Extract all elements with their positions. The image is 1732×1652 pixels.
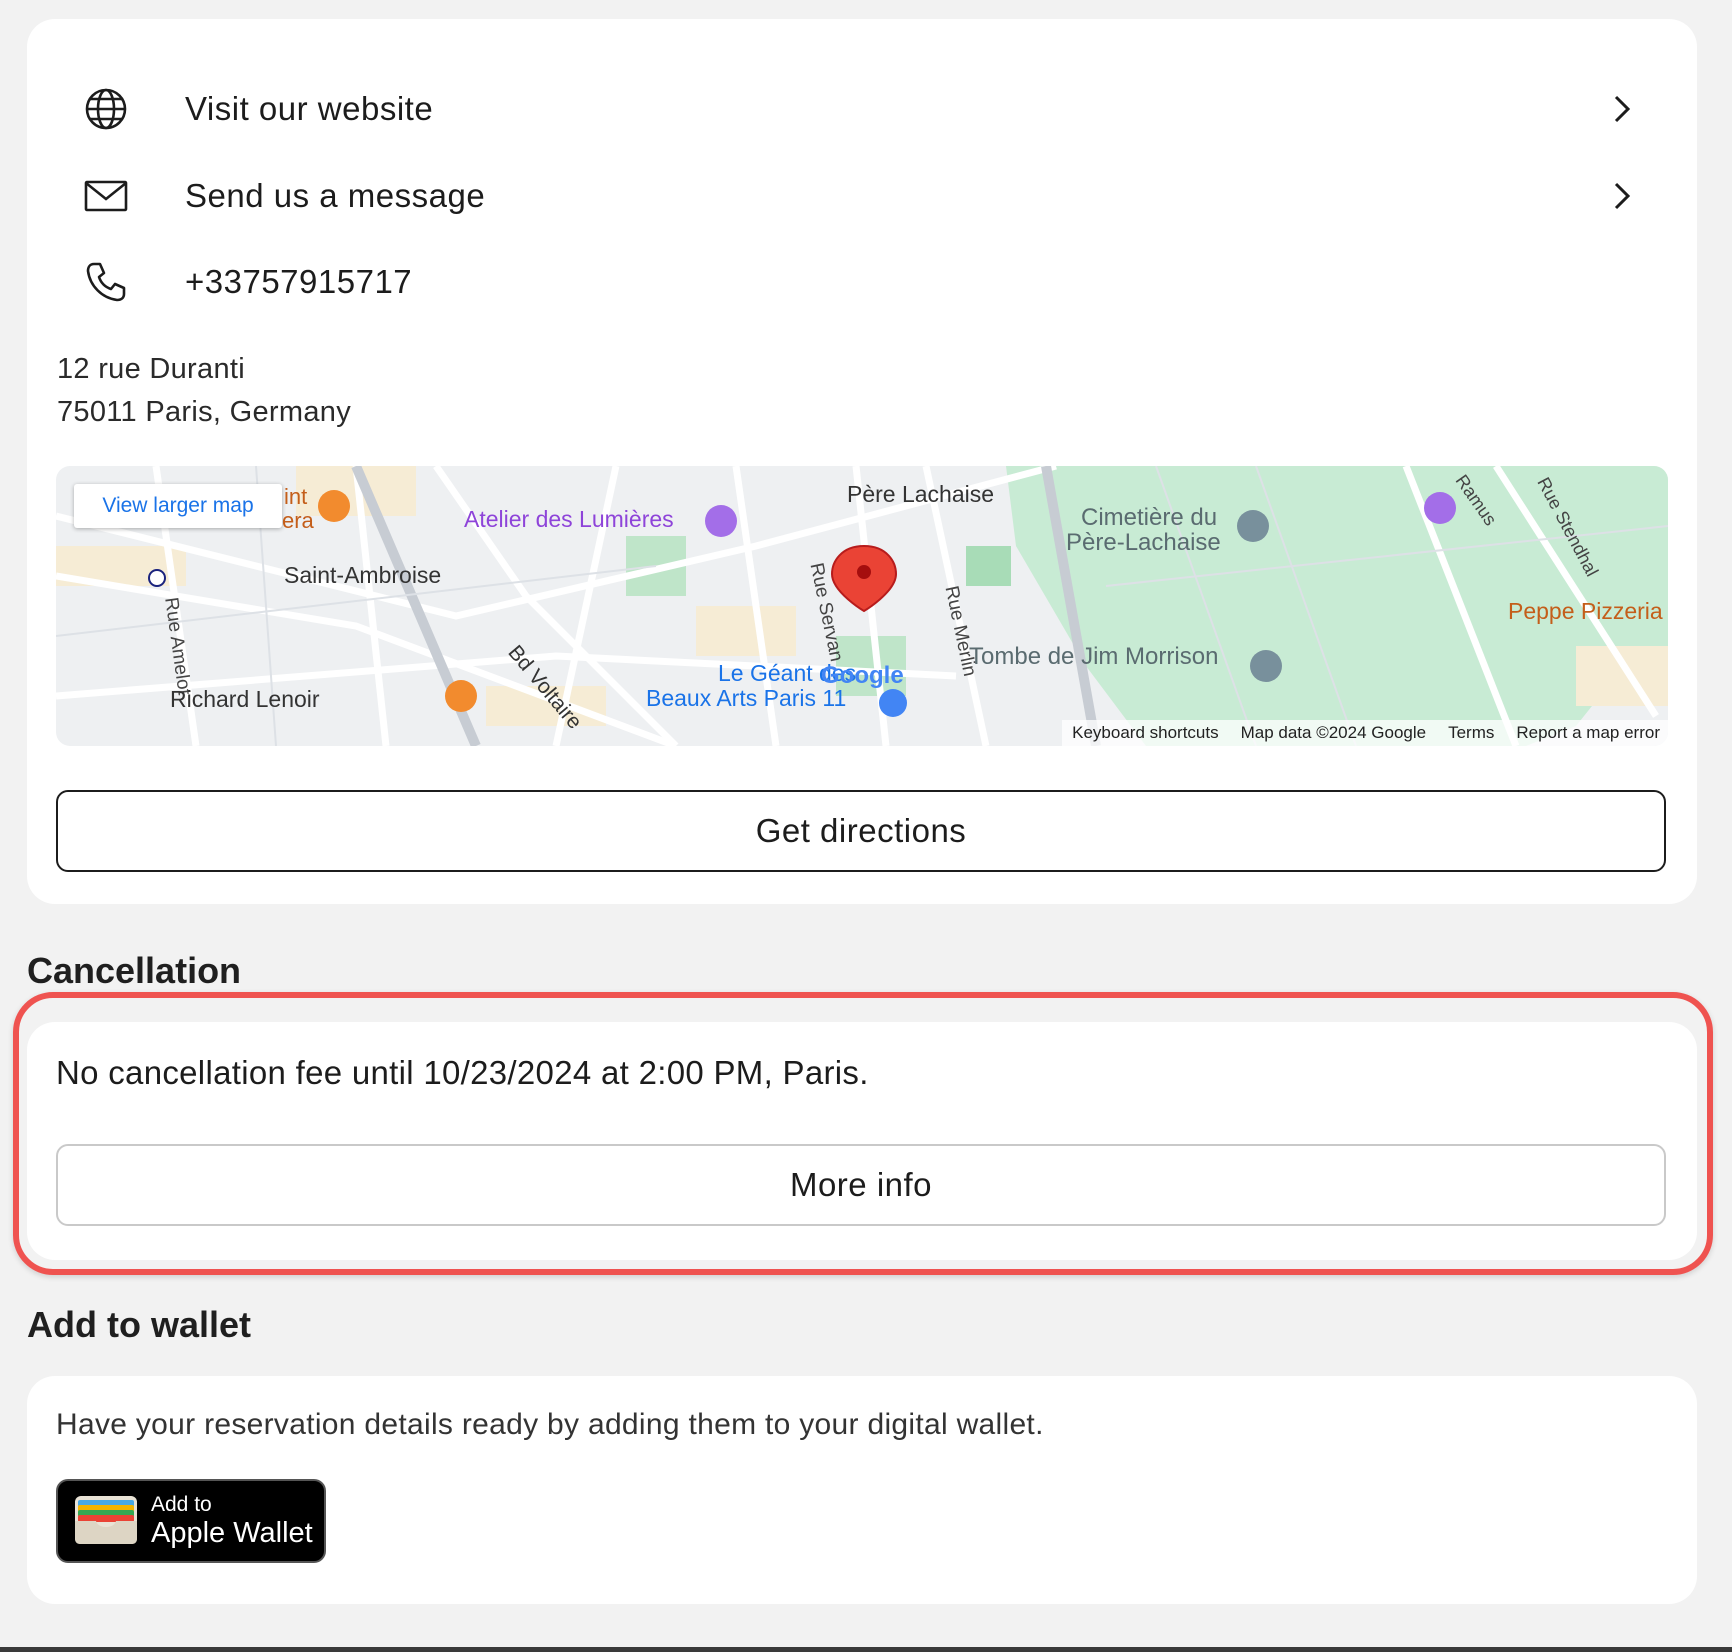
map-label-geant[interactable]: Beaux Arts Paris 11	[646, 685, 846, 712]
map-attribution: Keyboard shortcuts Map data ©2024 Google…	[1062, 720, 1668, 746]
google-logo: Google	[821, 662, 904, 689]
map-label-cimetiere[interactable]: Père-Lachaise	[1066, 529, 1221, 557]
wallet-button-small-text: Add to	[151, 1493, 212, 1516]
map-poi-partial: era	[282, 508, 314, 533]
wallet-title: Add to wallet	[27, 1304, 251, 1345]
map-label-saint-ambroise[interactable]: Saint-Ambroise	[284, 562, 441, 589]
map-data-text: Map data ©2024 Google	[1240, 723, 1427, 742]
chevron-right-icon	[1607, 176, 1637, 216]
map-label-pere-lachaise[interactable]: Père Lachaise	[847, 481, 994, 508]
send-message-label: Send us a message	[185, 177, 486, 214]
wallet-description: Have your reservation details ready by a…	[56, 1408, 1044, 1441]
cancellation-card: No cancellation fee until 10/23/2024 at …	[27, 1022, 1697, 1260]
more-info-button[interactable]: More info	[56, 1144, 1666, 1226]
phone-icon	[82, 258, 130, 306]
contact-card: Visit our website Send us a message +337…	[27, 19, 1697, 904]
wallet-icon	[74, 1495, 138, 1545]
globe-icon	[82, 85, 130, 133]
map-poi-partial: int	[284, 484, 308, 509]
get-directions-button[interactable]: Get directions	[56, 790, 1666, 872]
send-message-row[interactable]: Send us a message	[27, 156, 1697, 236]
terms-link[interactable]: Terms	[1448, 723, 1494, 743]
bottom-divider	[0, 1647, 1732, 1652]
phone-row[interactable]: +33757915717	[27, 242, 1697, 322]
map-label-tombe[interactable]: Tombe de Jim Morrison	[969, 643, 1218, 671]
cancellation-title: Cancellation	[27, 950, 242, 991]
location-pin-icon	[830, 544, 898, 613]
map-label-richard-lenoir[interactable]: Richard Lenoir	[170, 686, 320, 713]
report-map-error-link[interactable]: Report a map error	[1516, 723, 1660, 743]
address-line-2: 75011 Paris, Germany	[57, 396, 351, 428]
address-line-1: 12 rue Duranti	[57, 353, 245, 385]
phone-number: +33757915717	[185, 263, 413, 300]
keyboard-shortcuts-link[interactable]: Keyboard shortcuts	[1072, 723, 1218, 743]
cancellation-policy-text: No cancellation fee until 10/23/2024 at …	[56, 1054, 869, 1091]
add-to-apple-wallet-button[interactable]: Add to Apple Wallet	[56, 1479, 326, 1563]
embedded-map[interactable]: View larger map int era Atelier des Lumi…	[56, 466, 1668, 746]
wallet-card: Have your reservation details ready by a…	[27, 1376, 1697, 1604]
wallet-button-big-text: Apple Wallet	[151, 1517, 313, 1549]
map-label-atelier[interactable]: Atelier des Lumières	[464, 506, 674, 533]
visit-website-row[interactable]: Visit our website	[27, 69, 1697, 149]
visit-website-label: Visit our website	[185, 90, 434, 127]
envelope-icon	[82, 172, 130, 220]
chevron-right-icon	[1607, 89, 1637, 129]
map-label-cimetiere[interactable]: Cimetière du	[1081, 504, 1217, 532]
map-label-peppe[interactable]: Peppe Pizzeria	[1508, 598, 1663, 625]
view-larger-map-link[interactable]: View larger map	[74, 484, 282, 528]
